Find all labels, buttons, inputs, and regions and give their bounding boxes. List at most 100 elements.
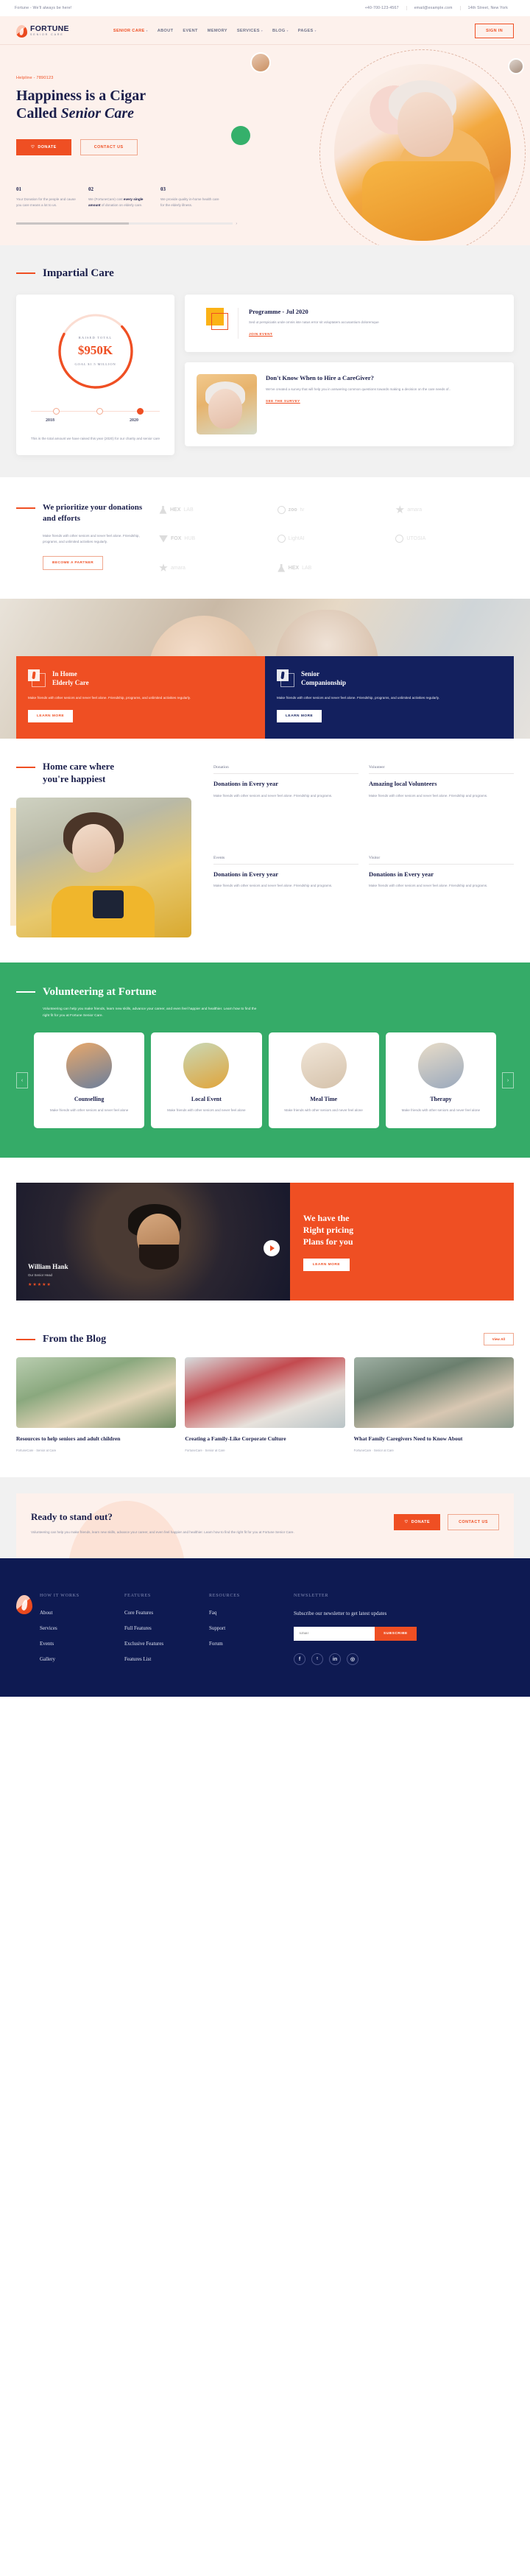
topbar-phone[interactable]: +40-700-123-4567 [358,6,406,10]
nav-item-about[interactable]: ABOUT [158,29,174,33]
footer-link-exclusive-features[interactable]: Exclusive Features [124,1641,202,1647]
footer-link-features-list[interactable]: Features List [124,1656,202,1662]
scroll-track[interactable] [16,222,233,225]
brand-logo[interactable]: FORTUNE SENIOR CARE [16,24,69,38]
join-event-link[interactable]: JOIN EVENT [249,332,272,336]
chevron-down-icon: ▾ [261,29,263,32]
blog-post[interactable]: What Family Caregivers Need to Know Abou… [353,1357,514,1452]
caregiver-card: Don't Know When to Hire a CareGiver? We'… [185,362,514,447]
volunteering-card-counselling[interactable]: Counselling Make friends with other seni… [34,1032,145,1129]
nav-label: SENIOR CARE [113,29,145,33]
volunteering-card-therapy[interactable]: Therapy Make friends with other seniors … [385,1032,496,1129]
chevron-right-icon[interactable]: › [236,222,237,226]
partner-logo-zootv[interactable]: zoo tv [277,505,396,514]
blog-post-image [353,1357,514,1429]
view-all-button[interactable]: View All [483,1333,514,1346]
partner-logo-lightai[interactable]: LightAI [277,535,396,543]
footer-link-gallery[interactable]: Gallery [40,1656,117,1662]
prioritize-section: We prioritize your donations and efforts… [0,477,530,599]
footer-link-faq[interactable]: Faq [209,1610,286,1616]
timeline-point-2018[interactable] [53,407,60,415]
nav-item-pages[interactable]: PAGES ▾ [298,29,317,33]
nav-item-services[interactable]: SERVICES ▾ [237,29,263,33]
pricing-title-line3: Plans for you [303,1236,353,1247]
person-name: William Hank [28,1263,68,1271]
twitter-icon[interactable]: ᵗ [311,1653,323,1666]
footer-link-events[interactable]: Events [40,1641,117,1647]
linkedin-icon[interactable]: in [329,1653,341,1666]
topbar-email[interactable]: email@example.com [406,6,460,10]
nav-item-event[interactable]: EVENT [183,29,197,33]
footer-link-forum[interactable]: Forum [209,1641,286,1647]
learn-more-button[interactable]: LEARN MORE [277,710,322,723]
care-banner-section: In Home Elderly Care Make friends with ot… [0,599,530,739]
topbar: Fortune - We'll always be here! +40-700-… [0,0,530,16]
contact-us-button[interactable]: CONTACT US [80,138,138,155]
become-partner-button[interactable]: BECOME A PARTNER [43,555,104,570]
blog-post-meta: FortuneCare · Senior at Care [353,1448,394,1452]
programme-title: Programme - Jul 2020 [249,307,308,315]
volunteering-card-meal-time[interactable]: Meal Time Make friends with other senior… [268,1032,379,1129]
hero-photo-coat [362,161,495,241]
volunteering-card-local-event[interactable]: Local Event Make friends with other seni… [151,1032,262,1129]
cell-desc: Make friends with other seniors and neve… [213,793,333,798]
cell-title: Donations in Every year [369,870,434,878]
facebook-icon[interactable]: f [294,1653,305,1666]
cell-tag: Events [213,856,358,865]
partner-logo-amara-2[interactable]: amara [159,563,278,572]
partner-logo-foxhub[interactable]: FOX HUB [159,535,278,543]
instagram-icon[interactable]: ◎ [347,1653,358,1666]
cell-title: Donations in Every year [213,780,279,788]
stat-text: We provide quality in-home health care f… [160,197,219,207]
cta-contact-us-button[interactable]: CONTACT US [448,1513,499,1530]
nav-item-blog[interactable]: BLOG ▾ [272,29,289,33]
partner-logo-amara[interactable]: amara [395,505,514,514]
learn-more-button[interactable]: LEARN MORE [28,710,74,723]
footer-link-services[interactable]: Services [40,1625,117,1631]
subscribe-button[interactable]: SUBSCRIBE [375,1627,417,1641]
nav-item-senior-care[interactable]: SENIOR CARE ▾ [113,29,148,33]
newsletter-text: Subscribe our newsletter to get latest u… [294,1610,387,1616]
partner-logo-hexlab-2[interactable]: HEX LAB [278,563,396,572]
caregiver-photo-face [208,389,242,429]
partner-name-bold: zoo [288,507,297,513]
cta-banner: Ready to stand out? Volunteering can hel… [16,1493,514,1558]
hero-photo-face [398,92,454,158]
donate-button[interactable]: ♡ DONATE [16,138,71,155]
partner-logo-utosia[interactable]: UTOSIA [395,535,514,543]
photo-face [72,823,115,873]
carousel-prev-button[interactable]: ‹ [16,1072,28,1089]
see-survey-link[interactable]: SEE THE SURVEY [266,399,300,403]
happiest-cell-events: Events Donations in Every year Make frie… [213,856,358,937]
footer-link-support[interactable]: Support [209,1625,286,1631]
card-header: In Home Elderly Care [28,669,253,688]
blog-post-meta: FortuneCare · Senior at Care [185,1448,225,1452]
testimonial-video: William Hank Our Senior Head ★★★★★ [16,1183,290,1301]
raised-amount: $950K [77,343,113,358]
footer-link-core-features[interactable]: Core Features [124,1610,202,1616]
hero-scrollbar[interactable]: › [16,222,237,226]
caregiver-title: Don't Know When to Hire a CareGiver? [266,374,374,382]
blog-post[interactable]: Creating a Family-Like Corporate Culture… [185,1357,345,1452]
card-title: Meal Time [310,1096,338,1103]
newsletter-email-input[interactable] [294,1627,375,1641]
sign-in-button[interactable]: SIGN IN [475,24,514,38]
blog-post-image [16,1357,177,1429]
nav-item-memory[interactable]: MEMORY [208,29,227,33]
footer-link-full-features[interactable]: Full Features [124,1625,202,1631]
footer-link-about[interactable]: About [40,1610,117,1616]
cta-donate-button[interactable]: ♡ DONATE [394,1513,441,1530]
newsletter-form: SUBSCRIBE [294,1627,514,1641]
cell-desc: Make friends with other seniors and neve… [369,793,488,798]
cta-section: Ready to stand out? Volunteering can hel… [0,1477,530,1558]
timeline-point-mid[interactable] [96,407,103,415]
logo-title: FORTUNE [30,24,69,33]
scroll-thumb[interactable] [16,222,130,225]
blog-post[interactable]: Resources to help seniors and adult chil… [16,1357,177,1452]
partner-logo-hexlab[interactable]: HEX LAB [159,505,278,514]
hero-photo [334,64,511,241]
blog-post-meta: FortuneCare · Senior at Care [16,1448,57,1452]
pricing-learn-more-button[interactable]: LEARN MORE [303,1258,350,1271]
carousel-next-button[interactable]: › [502,1072,514,1089]
timeline-point-2020[interactable] [137,407,144,415]
